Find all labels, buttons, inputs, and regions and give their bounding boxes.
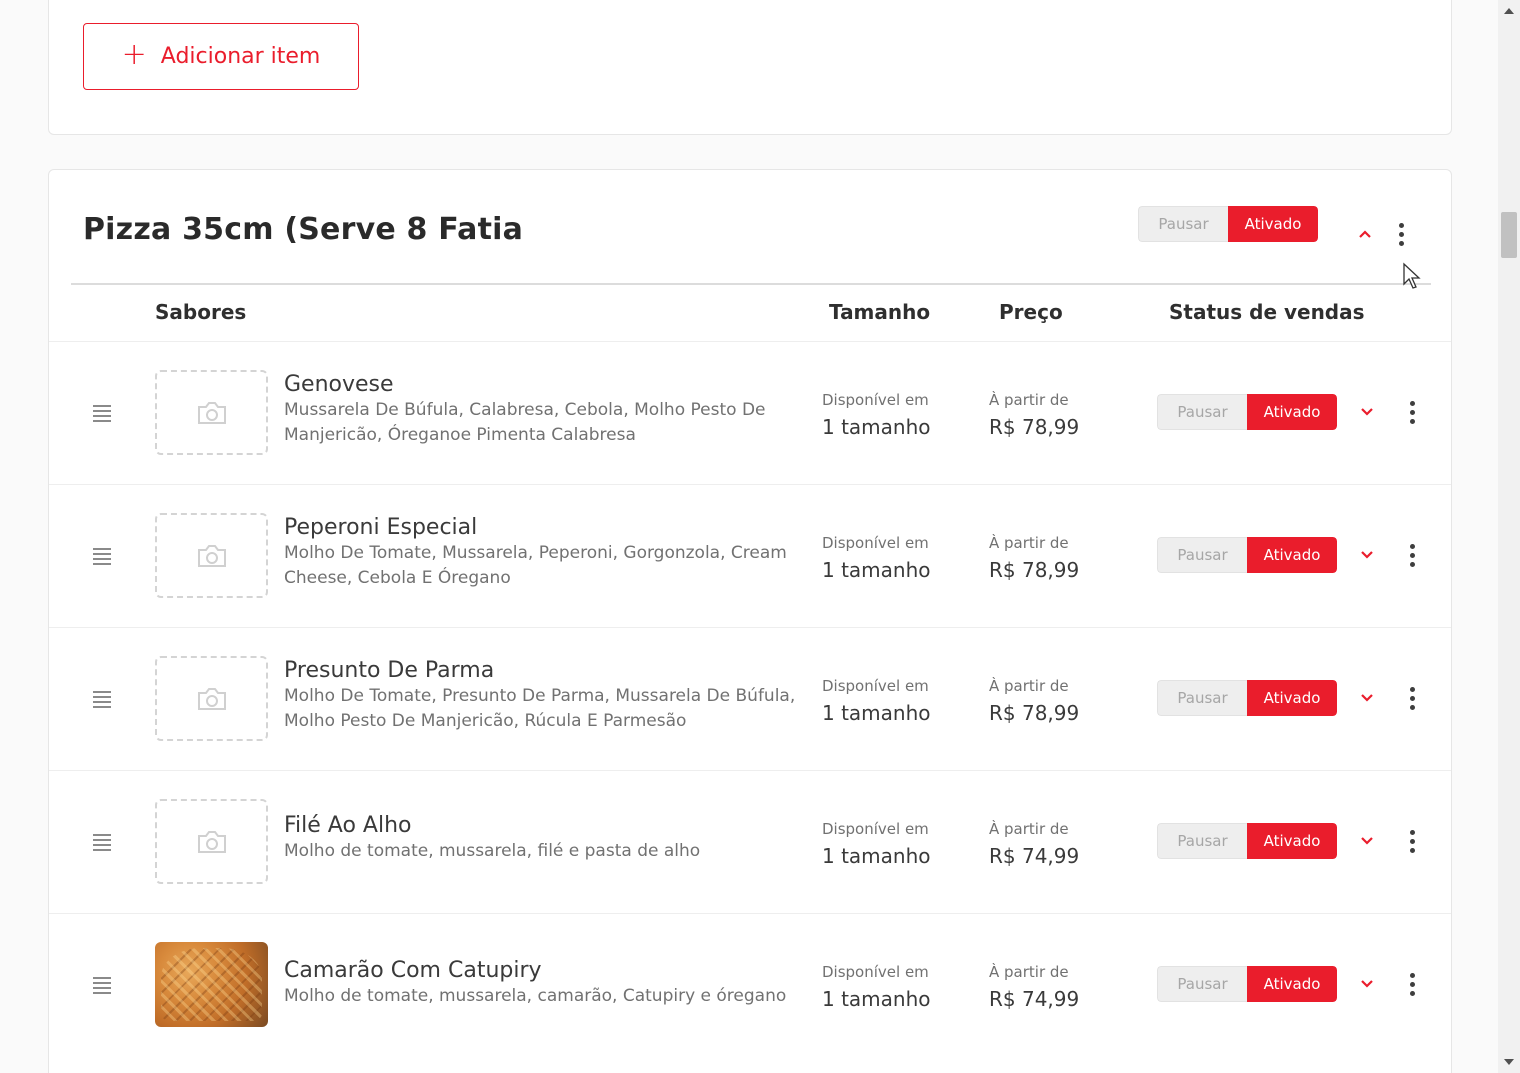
item-name: Camarão Com Catupiry bbox=[284, 958, 542, 983]
availability-value: 1 tamanho bbox=[822, 987, 931, 1011]
price-label: À partir de bbox=[989, 820, 1069, 838]
item-status-toggle: Pausar Ativado bbox=[1157, 680, 1337, 716]
item-active-button[interactable]: Ativado bbox=[1247, 823, 1337, 859]
expand-chevron-down-icon[interactable] bbox=[1353, 970, 1381, 998]
category-header: Pizza 35cm (Serve 8 Fatia Pausar Ativado bbox=[49, 170, 1451, 285]
item-pause-button[interactable]: Pausar bbox=[1157, 680, 1247, 716]
image-placeholder[interactable] bbox=[155, 370, 268, 455]
scrollbar-thumb[interactable] bbox=[1501, 212, 1517, 258]
price-value: R$ 74,99 bbox=[989, 844, 1080, 868]
item-active-button[interactable]: Ativado bbox=[1247, 680, 1337, 716]
item-description: Molho de tomate, mussarela, camarão, Cat… bbox=[284, 986, 787, 1006]
item-row: Camarão Com Catupiry Molho de tomate, mu… bbox=[49, 913, 1451, 1056]
item-name: Genovese bbox=[284, 372, 394, 397]
availability-value: 1 tamanho bbox=[822, 844, 931, 868]
expand-chevron-down-icon[interactable] bbox=[1353, 398, 1381, 426]
drag-handle-icon[interactable] bbox=[93, 977, 111, 994]
page-scrollbar[interactable] bbox=[1498, 0, 1520, 1073]
price-label: À partir de bbox=[989, 963, 1069, 981]
drag-handle-icon[interactable] bbox=[93, 834, 111, 851]
category-active-button[interactable]: Ativado bbox=[1228, 206, 1318, 242]
item-active-button[interactable]: Ativado bbox=[1247, 394, 1337, 430]
collapse-chevron-up-icon[interactable] bbox=[1351, 220, 1379, 248]
item-active-button[interactable]: Ativado bbox=[1247, 537, 1337, 573]
item-row: Presunto De Parma Molho De Tomate, Presu… bbox=[49, 627, 1451, 770]
price-label: À partir de bbox=[989, 391, 1069, 409]
column-header-size: Tamanho bbox=[829, 300, 931, 324]
category-pause-button[interactable]: Pausar bbox=[1138, 206, 1228, 242]
item-status-toggle: Pausar Ativado bbox=[1157, 823, 1337, 859]
category-status-toggle: Pausar Ativado bbox=[1138, 206, 1318, 242]
item-description: Molho De Tomate, Mussarela, Peperoni, Go… bbox=[284, 543, 787, 588]
price-label: À partir de bbox=[989, 677, 1069, 695]
mouse-cursor-icon bbox=[1403, 262, 1421, 289]
item-photo[interactable] bbox=[155, 942, 268, 1027]
availability-label: Disponível em bbox=[822, 820, 929, 838]
expand-chevron-down-icon[interactable] bbox=[1353, 827, 1381, 855]
price-value: R$ 78,99 bbox=[989, 415, 1080, 439]
item-more-icon[interactable] bbox=[1398, 827, 1426, 855]
plus-icon: + bbox=[121, 37, 147, 72]
camera-icon bbox=[197, 544, 226, 567]
item-description: Molho de tomate, mussarela, filé e pasta… bbox=[284, 841, 701, 861]
price-label: À partir de bbox=[989, 534, 1069, 552]
column-header-sales-status: Status de vendas bbox=[1169, 300, 1365, 324]
item-more-icon[interactable] bbox=[1398, 970, 1426, 998]
availability-value: 1 tamanho bbox=[822, 415, 931, 439]
category-card: Pizza 35cm (Serve 8 Fatia Pausar Ativado… bbox=[48, 169, 1452, 1073]
image-placeholder[interactable] bbox=[155, 513, 268, 598]
item-pause-button[interactable]: Pausar bbox=[1157, 966, 1247, 1002]
scroll-up-icon[interactable] bbox=[1504, 8, 1514, 14]
item-name: Presunto De Parma bbox=[284, 658, 495, 683]
item-description: Molho De Tomate, Presunto De Parma, Muss… bbox=[284, 686, 796, 731]
item-status-toggle: Pausar Ativado bbox=[1157, 537, 1337, 573]
item-status-toggle: Pausar Ativado bbox=[1157, 394, 1337, 430]
category-more-icon[interactable] bbox=[1387, 220, 1415, 248]
page: + Adicionar item Pizza 35cm (Serve 8 Fat… bbox=[0, 0, 1498, 1073]
availability-value: 1 tamanho bbox=[822, 701, 931, 725]
item-description: Mussarela De Búfula, Calabresa, Cebola, … bbox=[284, 400, 766, 445]
item-active-button[interactable]: Ativado bbox=[1247, 966, 1337, 1002]
scroll-down-icon[interactable] bbox=[1504, 1059, 1514, 1065]
camera-icon bbox=[197, 830, 226, 853]
drag-handle-icon[interactable] bbox=[93, 548, 111, 565]
item-pause-button[interactable]: Pausar bbox=[1157, 823, 1247, 859]
add-item-button[interactable]: + Adicionar item bbox=[83, 23, 359, 90]
item-more-icon[interactable] bbox=[1398, 398, 1426, 426]
availability-label: Disponível em bbox=[822, 534, 929, 552]
item-more-icon[interactable] bbox=[1398, 684, 1426, 712]
item-pause-button[interactable]: Pausar bbox=[1157, 394, 1247, 430]
column-header-flavors: Sabores bbox=[155, 300, 247, 324]
availability-label: Disponível em bbox=[822, 391, 929, 409]
availability-label: Disponível em bbox=[822, 677, 929, 695]
item-more-icon[interactable] bbox=[1398, 541, 1426, 569]
item-pause-button[interactable]: Pausar bbox=[1157, 537, 1247, 573]
item-status-toggle: Pausar Ativado bbox=[1157, 966, 1337, 1002]
item-name: Peperoni Especial bbox=[284, 515, 478, 540]
price-value: R$ 78,99 bbox=[989, 558, 1080, 582]
item-row: Genovese Mussarela De Búfula, Calabresa,… bbox=[49, 341, 1451, 484]
drag-handle-icon[interactable] bbox=[93, 405, 111, 422]
drag-handle-icon[interactable] bbox=[93, 691, 111, 708]
category-title: Pizza 35cm (Serve 8 Fatia bbox=[83, 212, 524, 247]
item-name: Filé Ao Alho bbox=[284, 813, 412, 838]
camera-icon bbox=[197, 401, 226, 424]
item-row: Peperoni Especial Molho De Tomate, Mussa… bbox=[49, 484, 1451, 627]
image-placeholder[interactable] bbox=[155, 799, 268, 884]
expand-chevron-down-icon[interactable] bbox=[1353, 541, 1381, 569]
column-header-price: Preço bbox=[999, 300, 1063, 324]
price-value: R$ 74,99 bbox=[989, 987, 1080, 1011]
header-divider bbox=[71, 283, 1431, 285]
add-item-card: + Adicionar item bbox=[48, 0, 1452, 135]
availability-label: Disponível em bbox=[822, 963, 929, 981]
expand-chevron-down-icon[interactable] bbox=[1353, 684, 1381, 712]
price-value: R$ 78,99 bbox=[989, 701, 1080, 725]
availability-value: 1 tamanho bbox=[822, 558, 931, 582]
camera-icon bbox=[197, 687, 226, 710]
add-item-label: Adicionar item bbox=[160, 44, 321, 69]
item-row: Filé Ao Alho Molho de tomate, mussarela,… bbox=[49, 770, 1451, 913]
image-placeholder[interactable] bbox=[155, 656, 268, 741]
